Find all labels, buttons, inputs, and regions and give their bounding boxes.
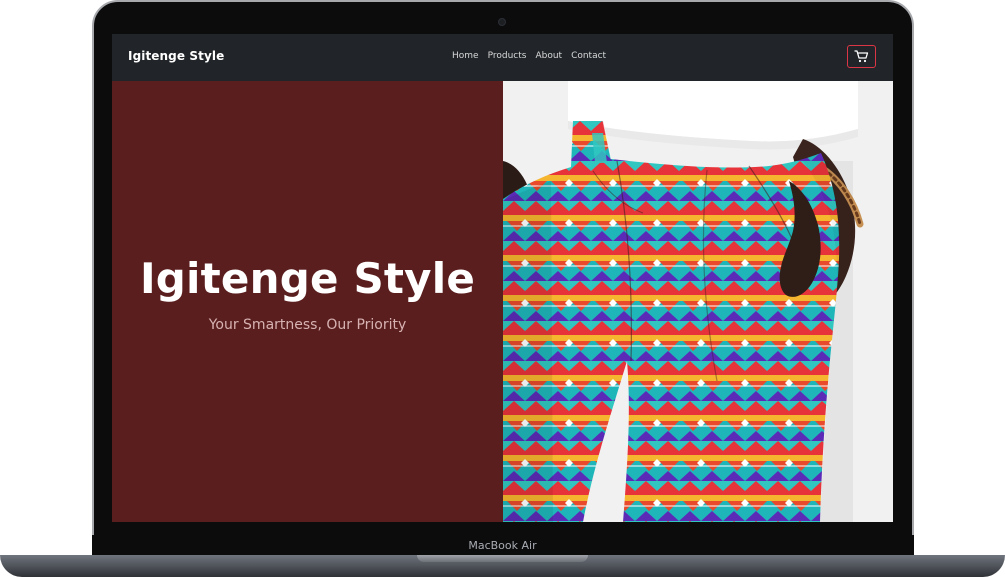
laptop-frame: Igitenge Style Home Products About Conta…	[0, 0, 1005, 577]
nav-home-link[interactable]: Home	[452, 51, 479, 61]
hero-image	[503, 81, 893, 522]
camera-icon	[498, 18, 506, 26]
navbar: Igitenge Style Home Products About Conta…	[112, 34, 893, 81]
pattern-pants-image	[503, 81, 893, 522]
cart-button[interactable]	[847, 45, 876, 68]
hero-subtitle: Your Smartness, Our Priority	[208, 317, 407, 333]
hero-title: Igitenge Style	[139, 254, 476, 303]
nav-contact-link[interactable]: Contact	[571, 51, 606, 61]
brand-logo[interactable]: Igitenge Style	[128, 49, 224, 63]
macbook-label: MacBook Air	[468, 539, 537, 552]
cart-icon	[854, 50, 869, 63]
nav-about-link[interactable]: About	[535, 51, 562, 61]
laptop-notch	[417, 555, 588, 562]
nav-products-link[interactable]: Products	[488, 51, 527, 61]
screen: Igitenge Style Home Products About Conta…	[112, 34, 893, 522]
hero-section: Igitenge Style Your Smartness, Our Prior…	[112, 81, 893, 522]
nav-links: Home Products About Contact	[452, 51, 606, 61]
hero-text-panel: Igitenge Style Your Smartness, Our Prior…	[112, 81, 503, 522]
